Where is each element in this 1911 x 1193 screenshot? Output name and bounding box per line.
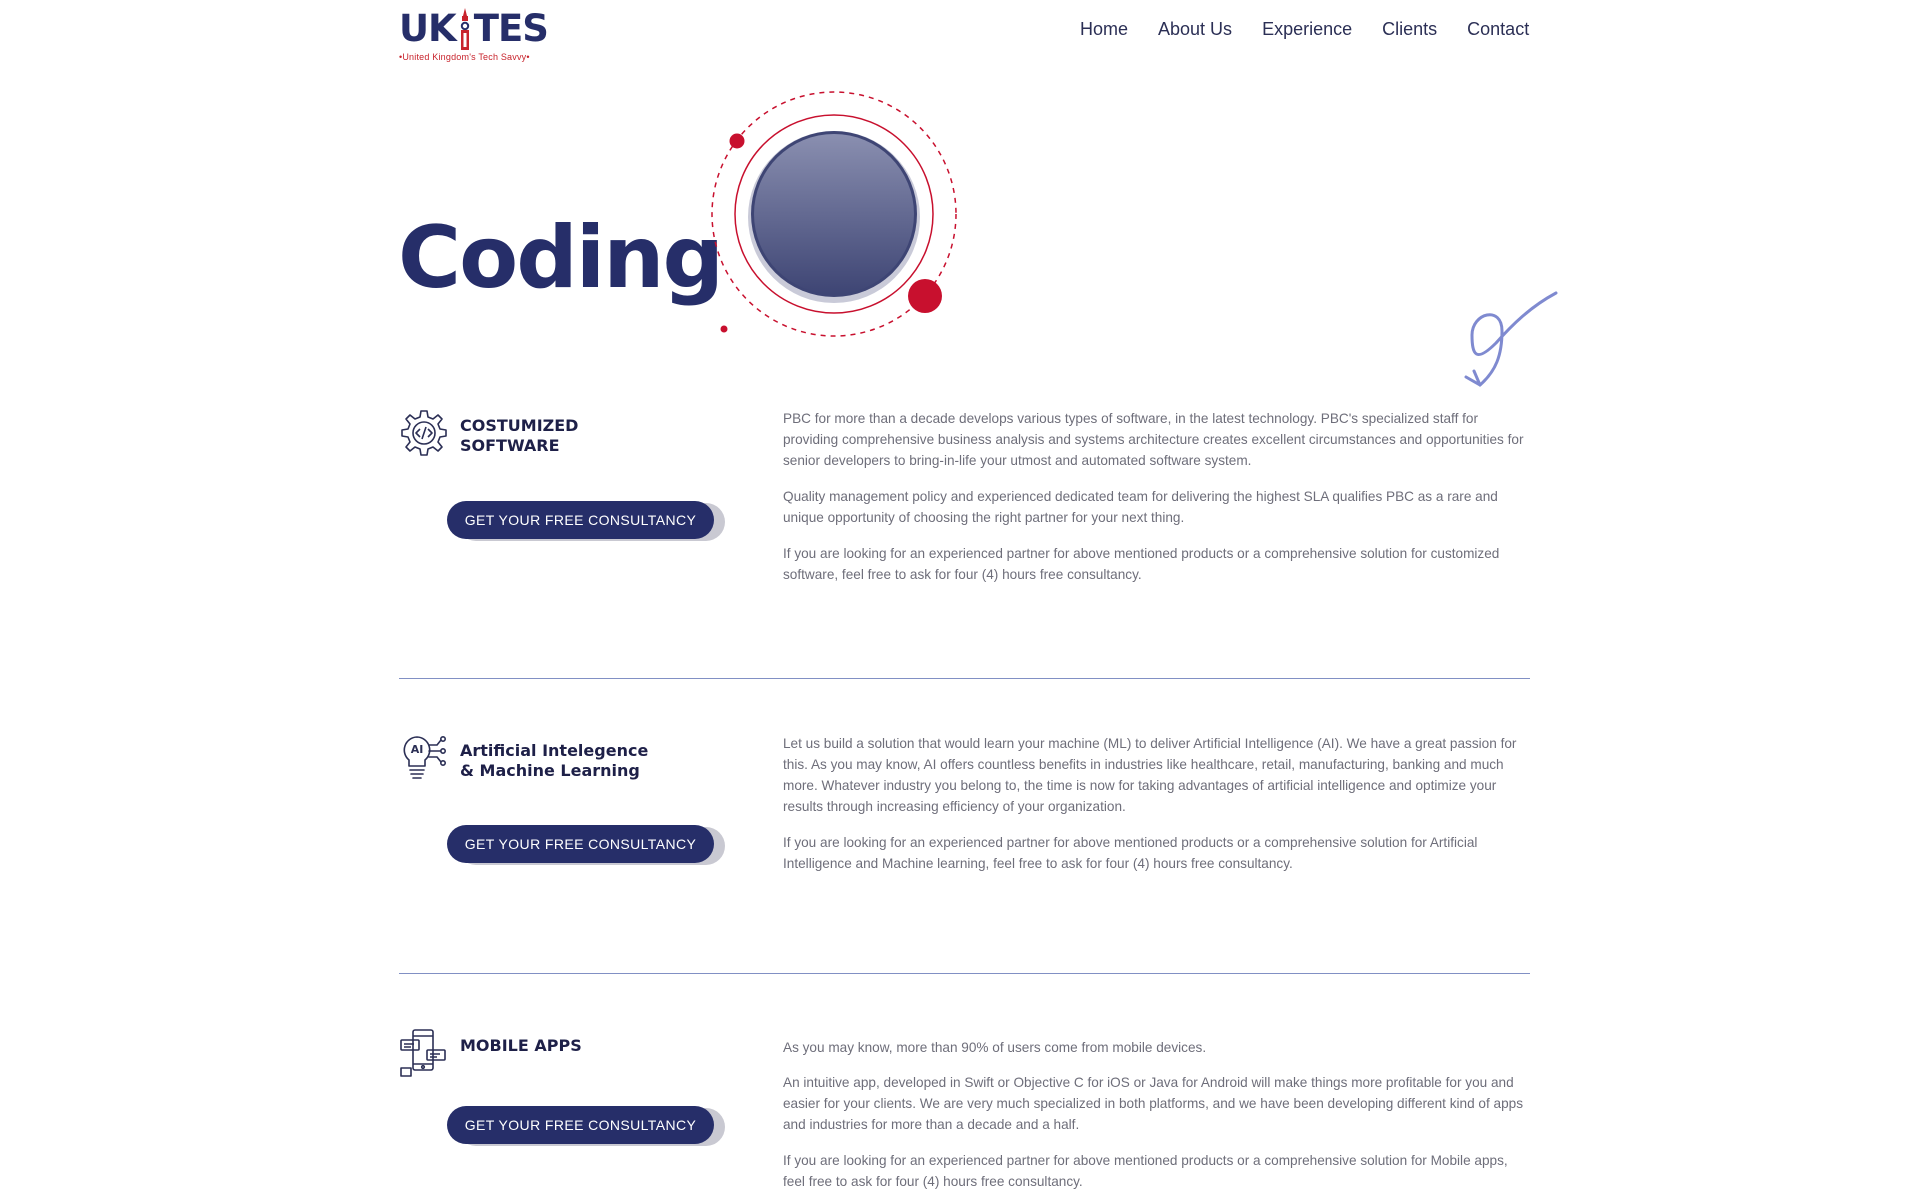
service-title: MOBILE APPS bbox=[460, 1036, 650, 1056]
service-customized-software: COSTUMIZED SOFTWARE GET YOUR FREE CONSUL… bbox=[399, 408, 1530, 588]
service-heading: COSTUMIZED SOFTWARE bbox=[399, 408, 650, 458]
service-paragraph: Let us build a solution that would learn… bbox=[783, 736, 1517, 814]
service-paragraph: If you are looking for an experienced pa… bbox=[783, 835, 1478, 871]
nav-experience[interactable]: Experience bbox=[1262, 19, 1352, 40]
nav-contact[interactable]: Contact bbox=[1467, 19, 1529, 40]
service-description: As you may know, more than 90% of users … bbox=[783, 1037, 1530, 1193]
orbit-graphic bbox=[700, 85, 970, 355]
page-title: Coding bbox=[398, 208, 724, 308]
big-ben-icon bbox=[457, 8, 473, 50]
free-consultancy-button[interactable]: GET YOUR FREE CONSULTANCY bbox=[447, 501, 725, 541]
curved-arrow-icon bbox=[1450, 285, 1560, 395]
service-title-line1: Artificial Intelegence bbox=[460, 741, 649, 760]
nav-home[interactable]: Home bbox=[1080, 19, 1128, 40]
free-consultancy-button-label[interactable]: GET YOUR FREE CONSULTANCY bbox=[447, 501, 714, 539]
service-ai-ml: AI Artificial Intelegence & Machine Lear… bbox=[399, 733, 1530, 913]
service-paragraph: An intuitive app, developed in Swift or … bbox=[783, 1075, 1524, 1132]
site-logo[interactable]: UK TES •United Kingdom's Tech Savvy• bbox=[399, 7, 549, 63]
logo-tagline: •United Kingdom's Tech Savvy• bbox=[399, 52, 530, 62]
main-nav: Home About Us Experience Clients Contact bbox=[1080, 19, 1529, 40]
logo-text-tes: TES bbox=[473, 7, 549, 50]
service-title-line2: & Machine Learning bbox=[460, 761, 640, 780]
logo-wordmark: UK TES bbox=[399, 7, 549, 50]
service-title-line1: COSTUMIZED bbox=[460, 416, 579, 435]
service-title-line1: MOBILE APPS bbox=[460, 1036, 582, 1055]
service-heading: AI Artificial Intelegence & Machine Lear… bbox=[399, 733, 650, 783]
free-consultancy-button-label[interactable]: GET YOUR FREE CONSULTANCY bbox=[447, 1106, 714, 1144]
ai-bulb-icon: AI bbox=[399, 733, 449, 783]
section-divider bbox=[399, 678, 1530, 679]
free-consultancy-button-label[interactable]: GET YOUR FREE CONSULTANCY bbox=[447, 825, 714, 863]
service-paragraph: If you are looking for an experienced pa… bbox=[783, 1153, 1508, 1189]
nav-about-us[interactable]: About Us bbox=[1158, 19, 1232, 40]
nav-clients[interactable]: Clients bbox=[1382, 19, 1437, 40]
free-consultancy-button[interactable]: GET YOUR FREE CONSULTANCY bbox=[447, 825, 725, 865]
free-consultancy-button[interactable]: GET YOUR FREE CONSULTANCY bbox=[447, 1106, 725, 1146]
service-heading: MOBILE APPS bbox=[399, 1028, 650, 1078]
service-paragraph: If you are looking for an experienced pa… bbox=[783, 546, 1500, 582]
service-title: Artificial Intelegence & Machine Learnin… bbox=[460, 741, 650, 781]
service-description: PBC for more than a decade develops vari… bbox=[783, 408, 1530, 600]
logo-text-uk: UK bbox=[399, 7, 457, 50]
mobile-app-icon bbox=[399, 1028, 449, 1078]
service-title: COSTUMIZED SOFTWARE bbox=[460, 416, 650, 456]
service-mobile-apps: MOBILE APPS GET YOUR FREE CONSULTANCY As… bbox=[399, 1028, 1530, 1193]
service-title-line2: SOFTWARE bbox=[460, 436, 560, 455]
section-divider bbox=[399, 973, 1530, 974]
service-description: Let us build a solution that would learn… bbox=[783, 733, 1530, 889]
service-paragraph: Quality management policy and experience… bbox=[783, 489, 1498, 525]
service-paragraph: PBC for more than a decade develops vari… bbox=[783, 411, 1524, 468]
svg-text:AI: AI bbox=[411, 743, 424, 756]
gear-code-icon bbox=[399, 408, 449, 458]
service-paragraph: As you may know, more than 90% of users … bbox=[783, 1040, 1207, 1055]
